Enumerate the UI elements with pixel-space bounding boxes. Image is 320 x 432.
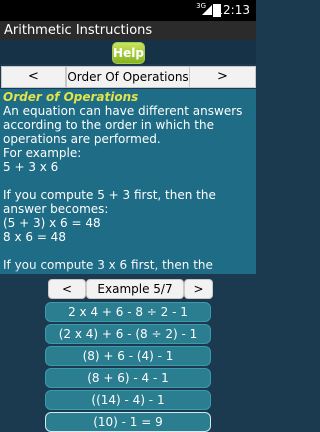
instruction-text: An equation can have different answers a… xyxy=(3,104,243,274)
status-time: 12:13 xyxy=(215,3,250,17)
topic-title: Order Of Operations xyxy=(66,66,190,88)
step-2[interactable]: (2 x 4) + 6 - (8 ÷ 2) - 1 xyxy=(45,324,211,344)
example-counter: Example 5/7 xyxy=(86,279,184,299)
prev-topic-button[interactable]: < xyxy=(1,66,66,88)
step-6[interactable]: (10) - 1 = 9 xyxy=(45,412,211,432)
section-subtitle: Order of Operations xyxy=(3,90,139,104)
step-3[interactable]: (8) + 6 - (4) - 1 xyxy=(45,346,211,366)
next-topic-button[interactable]: > xyxy=(189,66,256,88)
example-nav: < Example 5/7 > xyxy=(48,279,213,299)
status-bar: 3G 12:13 xyxy=(0,0,256,21)
app-title: Arithmetic Instructions xyxy=(4,23,153,38)
topic-nav: < Order Of Operations > xyxy=(0,66,256,88)
prev-example-button[interactable]: < xyxy=(48,279,86,299)
step-5[interactable]: ((14) - 4) - 1 xyxy=(45,390,211,410)
next-example-button[interactable]: > xyxy=(184,279,213,299)
signal-icon xyxy=(202,5,212,15)
instruction-panel[interactable]: Order of Operations An equation can have… xyxy=(0,89,256,274)
scroll-fade xyxy=(0,265,256,274)
help-bar: Help xyxy=(0,40,256,64)
step-1[interactable]: 2 x 4 + 6 - 8 ÷ 2 - 1 xyxy=(45,302,211,322)
help-button[interactable]: Help xyxy=(112,42,145,64)
app-titlebar: Arithmetic Instructions xyxy=(0,21,256,40)
example-area: < Example 5/7 > 2 x 4 + 6 - 8 ÷ 2 - 1 (2… xyxy=(0,274,256,432)
step-4[interactable]: (8 + 6) - 4 - 1 xyxy=(45,368,211,388)
